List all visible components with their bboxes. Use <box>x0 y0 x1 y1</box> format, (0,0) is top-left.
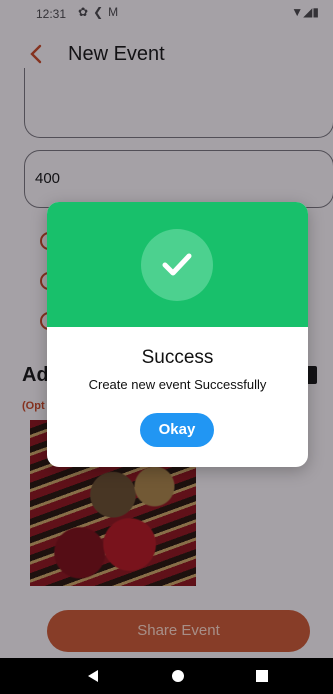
dialog-title: Success <box>141 347 214 368</box>
nav-recents-icon[interactable] <box>256 670 268 682</box>
check-circle <box>141 229 213 301</box>
dialog-header <box>47 202 308 327</box>
okay-button[interactable]: Okay <box>140 413 214 447</box>
nav-home-icon[interactable] <box>172 670 184 682</box>
nav-back-icon[interactable] <box>88 670 98 682</box>
check-icon <box>162 253 192 276</box>
dialog-message: Create new event Successfully <box>88 377 267 392</box>
navigation-bar <box>0 658 333 694</box>
success-dialog: Success Create new event Successfully Ok… <box>47 202 308 467</box>
